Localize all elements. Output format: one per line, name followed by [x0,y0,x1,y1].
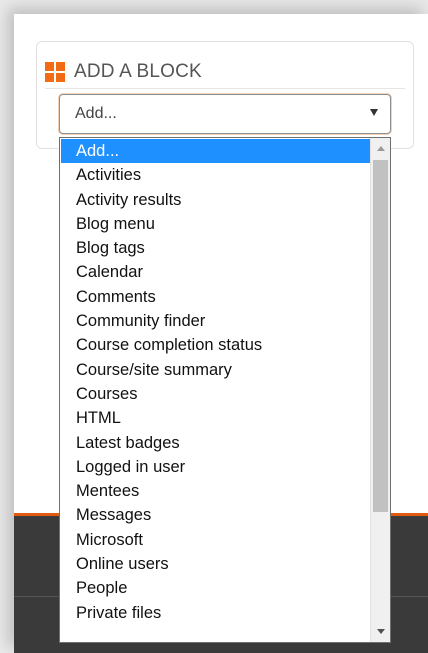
option-community-finder[interactable]: Community finder [61,309,371,333]
option-course-completion-status[interactable]: Course completion status [61,333,371,357]
option-blog-menu[interactable]: Blog menu [61,212,371,236]
option-activity-results[interactable]: Activity results [61,188,371,212]
grid-icon [45,62,65,82]
option-html[interactable]: HTML [61,406,371,430]
option-course-site-summary[interactable]: Course/site summary [61,358,371,382]
scrollbar-thumb[interactable] [373,160,388,512]
add-block-select[interactable]: Add... [59,94,391,134]
option-blog-tags[interactable]: Blog tags [61,236,371,260]
option-latest-badges[interactable]: Latest badges [61,431,371,455]
block-divider [45,88,405,89]
block-title: ADD A BLOCK [74,61,202,82]
scroll-up-arrow-icon[interactable] [377,146,385,151]
option-activities[interactable]: Activities [61,163,371,187]
option-list: Add... Activities Activity results Blog … [61,139,371,625]
option-comments[interactable]: Comments [61,285,371,309]
dropdown-scrollbar[interactable] [370,138,390,642]
option-online-users[interactable]: Online users [61,552,371,576]
option-people[interactable]: People [61,576,371,600]
option-messages[interactable]: Messages [61,503,371,527]
option-courses[interactable]: Courses [61,382,371,406]
option-microsoft[interactable]: Microsoft [61,528,371,552]
option-logged-in-user[interactable]: Logged in user [61,455,371,479]
option-private-files[interactable]: Private files [61,601,371,625]
select-value: Add... [75,105,117,122]
scroll-down-arrow-icon[interactable] [377,629,385,634]
option-mentees[interactable]: Mentees [61,479,371,503]
option-calendar[interactable]: Calendar [61,260,371,284]
block-header: ADD A BLOCK [45,60,202,84]
dropdown-arrow-icon [370,109,378,116]
option-add[interactable]: Add... [61,139,371,164]
add-block-dropdown-list[interactable]: Add... Activities Activity results Blog … [59,137,391,643]
